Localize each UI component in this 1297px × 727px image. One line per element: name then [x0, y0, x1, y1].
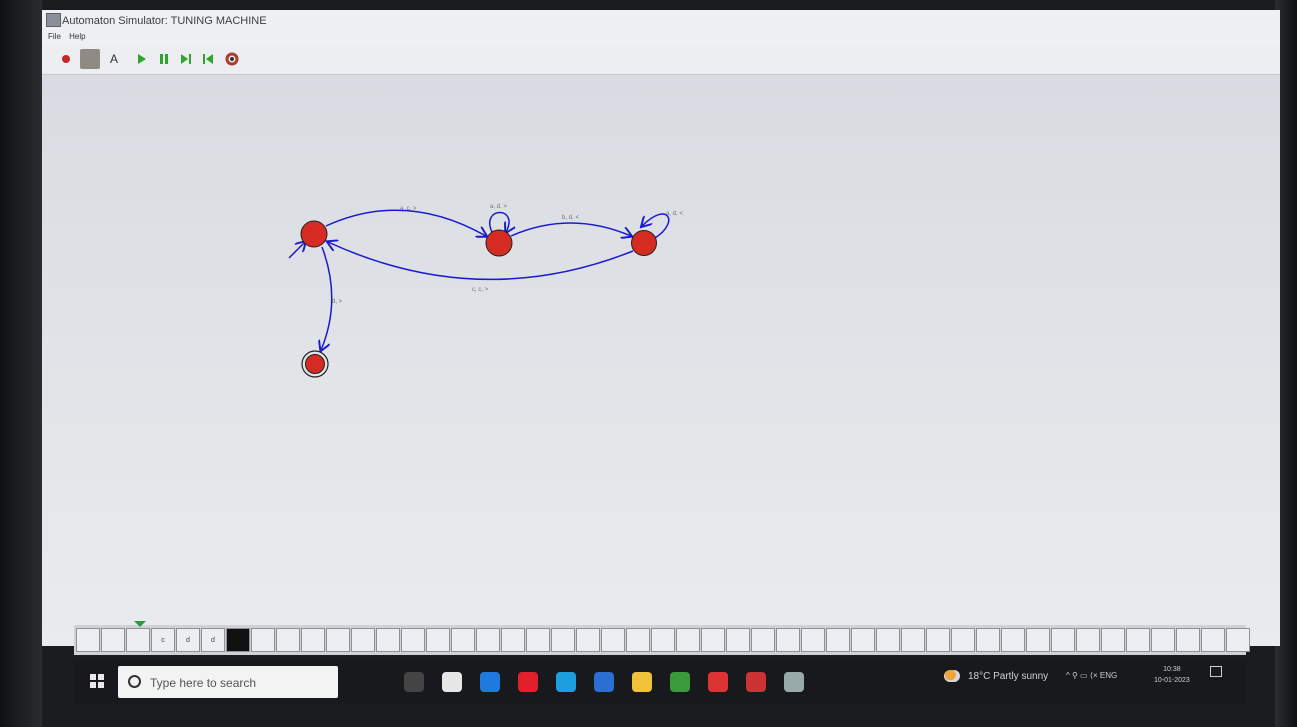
edge-label-q2-loop: a, d, < — [666, 211, 683, 217]
taskbar-search[interactable]: Type here to search — [118, 666, 338, 698]
tape-cell[interactable] — [426, 628, 450, 652]
tape-cell[interactable] — [1201, 628, 1225, 652]
tape-cell[interactable] — [801, 628, 825, 652]
edge-label-q0-q1: a, c, > — [400, 206, 417, 212]
state-q1[interactable] — [485, 229, 513, 257]
tape-head-icon — [134, 621, 146, 627]
tape-cell[interactable] — [1026, 628, 1050, 652]
edge-q0-q1[interactable] — [325, 209, 486, 236]
search-icon — [128, 675, 141, 688]
tape-cell[interactable] — [776, 628, 800, 652]
taskbar-app-files-icon[interactable] — [632, 672, 652, 692]
weather-text[interactable]: 18°C Partly sunny — [968, 671, 1048, 682]
tape-cell[interactable] — [551, 628, 575, 652]
taskbar-app-opera-icon[interactable] — [518, 672, 538, 692]
tape-cell[interactable] — [976, 628, 1000, 652]
tape-cell[interactable] — [751, 628, 775, 652]
edge-q2-q0[interactable] — [328, 242, 634, 281]
edge-q1-q2[interactable] — [510, 222, 631, 236]
taskbar-app-java-icon[interactable] — [784, 672, 804, 692]
tape-cell[interactable] — [1051, 628, 1075, 652]
tape-cell[interactable] — [951, 628, 975, 652]
tape-cell[interactable] — [401, 628, 425, 652]
tape-cell[interactable]: d — [201, 628, 225, 652]
tape-cell[interactable] — [1226, 628, 1250, 652]
tape-cell[interactable] — [1176, 628, 1200, 652]
taskbar-app-mail-icon[interactable] — [480, 672, 500, 692]
windows-start-icon[interactable] — [90, 674, 104, 688]
taskbar-app-widgets-icon[interactable] — [404, 672, 424, 692]
edge-q1-loop[interactable] — [489, 211, 509, 233]
weather-icon[interactable] — [944, 670, 960, 682]
tape-cell[interactable] — [76, 628, 100, 652]
state-q0[interactable] — [300, 220, 328, 248]
taskbar-app-edge-icon[interactable] — [556, 672, 576, 692]
tape-cell[interactable] — [526, 628, 550, 652]
tape-cell[interactable] — [826, 628, 850, 652]
tape-cell[interactable] — [901, 628, 925, 652]
tape-cells: c d d — [76, 628, 1251, 652]
tape: c d d — [74, 621, 1250, 655]
tape-cell[interactable] — [451, 628, 475, 652]
tape-cell[interactable] — [376, 628, 400, 652]
taskbar: Type here to search 18°C Partly sunny ^ … — [74, 660, 1246, 704]
notification-icon[interactable] — [1210, 666, 1222, 677]
tape-cell[interactable] — [126, 628, 150, 652]
tape-cell[interactable] — [726, 628, 750, 652]
tape-cell[interactable] — [1076, 628, 1100, 652]
tape-cell[interactable] — [701, 628, 725, 652]
taskbar-app-chrome-alt-icon[interactable] — [746, 672, 766, 692]
state-q3[interactable] — [305, 354, 325, 374]
automaton-diagram: a, c, > a, d, > b, d, < a, d, < c, c, > … — [288, 204, 683, 378]
clock-date: 10-01-2023 — [1154, 677, 1190, 684]
tape-cell[interactable] — [601, 628, 625, 652]
edge-label-q1-loop: a, d, > — [490, 204, 507, 210]
taskbar-app-acrobat-icon[interactable] — [708, 672, 728, 692]
tray-icons[interactable]: ^ ⚲ ▭ ⟨× ENG — [1066, 671, 1117, 680]
tape-cell[interactable] — [326, 628, 350, 652]
tape-cell[interactable] — [276, 628, 300, 652]
state-q2[interactable] — [631, 230, 657, 256]
taskbar-app-chrome-icon[interactable] — [670, 672, 690, 692]
clock-time: 10:38 — [1163, 666, 1181, 673]
tape-cell[interactable] — [501, 628, 525, 652]
tape-cell[interactable] — [851, 628, 875, 652]
tape-cell[interactable] — [676, 628, 700, 652]
clock[interactable]: 10:38 10-01-2023 — [1154, 664, 1190, 686]
tape-cell[interactable] — [1001, 628, 1025, 652]
tape-cell[interactable] — [301, 628, 325, 652]
tape-cell[interactable] — [576, 628, 600, 652]
tape-cell[interactable] — [1126, 628, 1150, 652]
tape-cell[interactable] — [1151, 628, 1175, 652]
tape-cell[interactable] — [926, 628, 950, 652]
tape-cell[interactable] — [651, 628, 675, 652]
tape-cell[interactable] — [101, 628, 125, 652]
tape-cell[interactable] — [351, 628, 375, 652]
taskbar-app-explorer-icon[interactable] — [442, 672, 462, 692]
tape-cell[interactable] — [1101, 628, 1125, 652]
tape-cell[interactable] — [876, 628, 900, 652]
edge-label-q1-q2: b, d, < — [562, 215, 579, 221]
taskbar-app-store-icon[interactable] — [594, 672, 614, 692]
initial-arrow — [288, 242, 305, 259]
edge-q0-q3[interactable] — [321, 246, 333, 350]
edge-label-q2-q0: c, c, > — [472, 287, 489, 293]
tape-cell[interactable] — [626, 628, 650, 652]
edge-label-q0-q3: d, > — [332, 299, 343, 305]
tape-cell[interactable] — [251, 628, 275, 652]
tape-cell[interactable] — [226, 628, 250, 652]
tape-cell[interactable]: c — [151, 628, 175, 652]
search-placeholder: Type here to search — [150, 676, 257, 690]
tape-cell[interactable]: d — [176, 628, 200, 652]
tape-cell[interactable] — [476, 628, 500, 652]
